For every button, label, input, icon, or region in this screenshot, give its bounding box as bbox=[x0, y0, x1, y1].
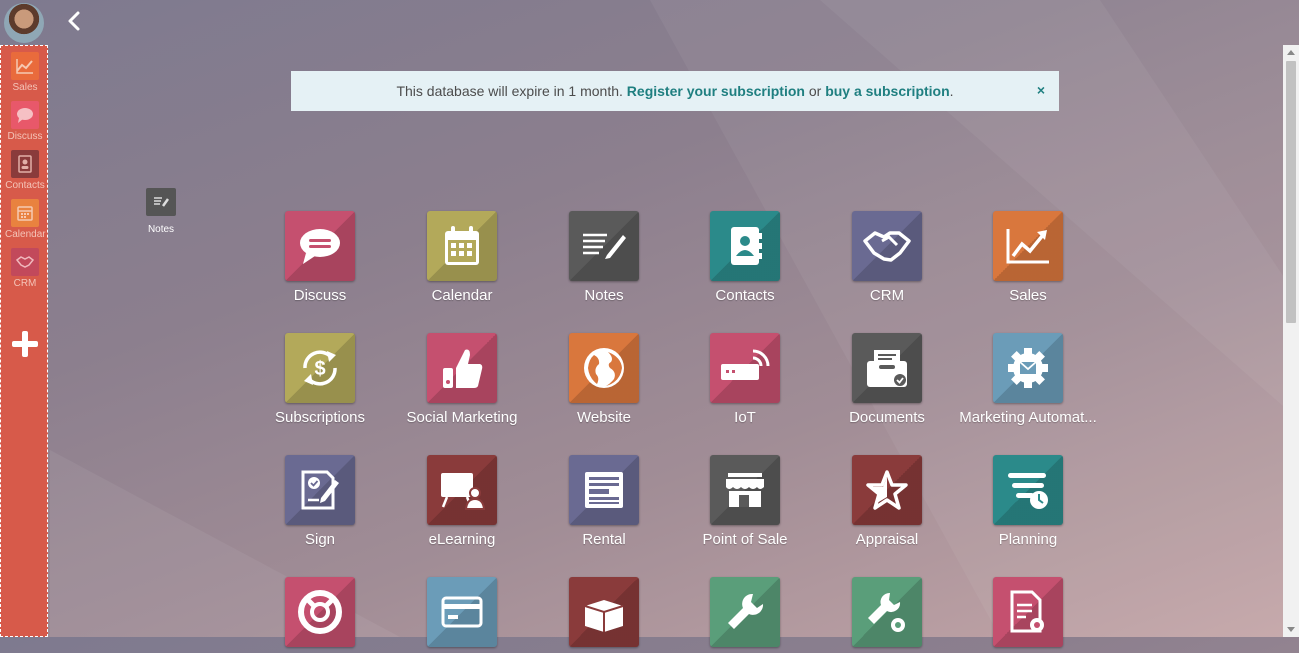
sales-chart-icon bbox=[993, 211, 1063, 281]
documents-icon bbox=[852, 333, 922, 403]
app-name: Calendar bbox=[431, 287, 493, 304]
crm-icon bbox=[11, 248, 39, 276]
discuss-icon bbox=[285, 211, 355, 281]
banner-period: . bbox=[949, 83, 954, 99]
discuss-icon bbox=[11, 101, 39, 129]
app-repair[interactable] bbox=[675, 577, 815, 653]
app-name: Planning bbox=[998, 531, 1058, 548]
star-icon bbox=[852, 455, 922, 525]
app-name: Social Marketing bbox=[406, 409, 518, 426]
app-name: Contacts bbox=[715, 287, 775, 304]
calendar-icon bbox=[427, 211, 497, 281]
app-name: Documents bbox=[849, 409, 925, 426]
expiration-banner: This database will expire in 1 month. Re… bbox=[291, 71, 1059, 111]
notes-icon bbox=[569, 211, 639, 281]
app-crm[interactable]: CRM bbox=[817, 211, 957, 304]
sidebar-item-label: CRM bbox=[13, 278, 37, 289]
app-name: IoT bbox=[734, 409, 756, 426]
user-avatar[interactable] bbox=[4, 3, 44, 43]
app-iot[interactable]: IoT bbox=[675, 333, 815, 426]
sidebar-item-label: Sales bbox=[12, 82, 38, 93]
app-name: Website bbox=[577, 409, 631, 426]
banner-or-text: or bbox=[808, 83, 822, 99]
globe-icon bbox=[569, 333, 639, 403]
app-planning[interactable]: Planning bbox=[958, 455, 1098, 548]
app-subscriptions[interactable]: $ Subscriptions bbox=[250, 333, 390, 426]
app-name: Subscriptions bbox=[274, 409, 366, 426]
app-point-of-sale[interactable]: Point of Sale bbox=[675, 455, 815, 548]
contacts-icon bbox=[11, 150, 39, 178]
sidebar-item-contacts[interactable]: Contacts bbox=[5, 150, 45, 191]
sales-icon bbox=[11, 52, 39, 80]
app-marketing-automation[interactable]: Marketing Automat... bbox=[958, 333, 1098, 426]
app-elearning[interactable]: eLearning bbox=[392, 455, 532, 548]
store-icon bbox=[710, 455, 780, 525]
sidebar-item-sales[interactable]: Sales bbox=[5, 52, 45, 93]
app-discuss[interactable]: Discuss bbox=[250, 211, 390, 304]
desktop-notes-label: Notes bbox=[147, 224, 175, 235]
app-maintenance[interactable] bbox=[817, 577, 957, 653]
sidebar-item-label: Discuss bbox=[7, 131, 43, 142]
app-name: Rental bbox=[582, 531, 626, 548]
app-calendar[interactable]: Calendar bbox=[392, 211, 532, 304]
sidebar-item-crm[interactable]: CRM bbox=[5, 248, 45, 289]
vertical-scrollbar[interactable] bbox=[1283, 45, 1299, 637]
app-inventory[interactable] bbox=[534, 577, 674, 653]
scroll-up-arrow-icon[interactable] bbox=[1287, 50, 1295, 55]
app-payment[interactable] bbox=[392, 577, 532, 653]
add-favorite-plus-icon[interactable] bbox=[12, 331, 38, 357]
app-name: Discuss bbox=[293, 287, 347, 304]
app-sales[interactable]: Sales bbox=[958, 211, 1098, 304]
elearning-icon bbox=[427, 455, 497, 525]
rental-icon bbox=[569, 455, 639, 525]
app-name: Sales bbox=[1009, 287, 1047, 304]
favorites-sidebar: Sales Discuss Contacts Calendar CRM bbox=[0, 45, 48, 637]
app-name: Sign bbox=[304, 531, 336, 548]
sidebar-item-label: Calendar bbox=[5, 229, 46, 240]
banner-text: This database will expire in 1 month. bbox=[396, 83, 623, 99]
sign-icon bbox=[285, 455, 355, 525]
contacts-icon bbox=[710, 211, 780, 281]
app-name: Notes bbox=[584, 287, 624, 304]
app-name: CRM bbox=[869, 287, 905, 304]
calendar-icon bbox=[11, 199, 39, 227]
app-name: Point of Sale bbox=[702, 531, 788, 548]
handshake-icon bbox=[852, 211, 922, 281]
app-contacts[interactable]: Contacts bbox=[675, 211, 815, 304]
scrollbar-thumb[interactable] bbox=[1286, 61, 1296, 323]
app-name: Marketing Automat... bbox=[959, 409, 1097, 426]
app-social-marketing[interactable]: Social Marketing bbox=[392, 333, 532, 426]
planning-icon bbox=[993, 455, 1063, 525]
app-appraisal[interactable]: Appraisal bbox=[817, 455, 957, 548]
register-subscription-link[interactable]: Register your subscription bbox=[627, 83, 805, 99]
app-reporting[interactable] bbox=[958, 577, 1098, 653]
app-helpdesk[interactable] bbox=[250, 577, 390, 653]
app-documents[interactable]: Documents bbox=[817, 333, 957, 426]
app-name: eLearning bbox=[428, 531, 496, 548]
app-name: Appraisal bbox=[855, 531, 919, 548]
scroll-down-arrow-icon[interactable] bbox=[1287, 627, 1295, 632]
back-arrow-icon[interactable] bbox=[64, 10, 86, 32]
notes-icon bbox=[146, 188, 176, 216]
desktop-notes-shortcut[interactable]: Notes bbox=[146, 188, 176, 235]
close-banner-button[interactable]: × bbox=[1037, 82, 1045, 98]
app-sign[interactable]: Sign bbox=[250, 455, 390, 548]
app-rental[interactable]: Rental bbox=[534, 455, 674, 548]
buy-subscription-link[interactable]: buy a subscription bbox=[825, 83, 949, 99]
subscriptions-icon: $ bbox=[285, 333, 355, 403]
app-website[interactable]: Website bbox=[534, 333, 674, 426]
svg-text:$: $ bbox=[314, 358, 325, 380]
sidebar-item-calendar[interactable]: Calendar bbox=[5, 199, 46, 240]
sidebar-item-discuss[interactable]: Discuss bbox=[5, 101, 45, 142]
sidebar-item-label: Contacts bbox=[5, 180, 45, 191]
app-notes[interactable]: Notes bbox=[534, 211, 674, 304]
thumbs-up-icon bbox=[427, 333, 497, 403]
iot-icon bbox=[710, 333, 780, 403]
gear-mail-icon bbox=[993, 333, 1063, 403]
